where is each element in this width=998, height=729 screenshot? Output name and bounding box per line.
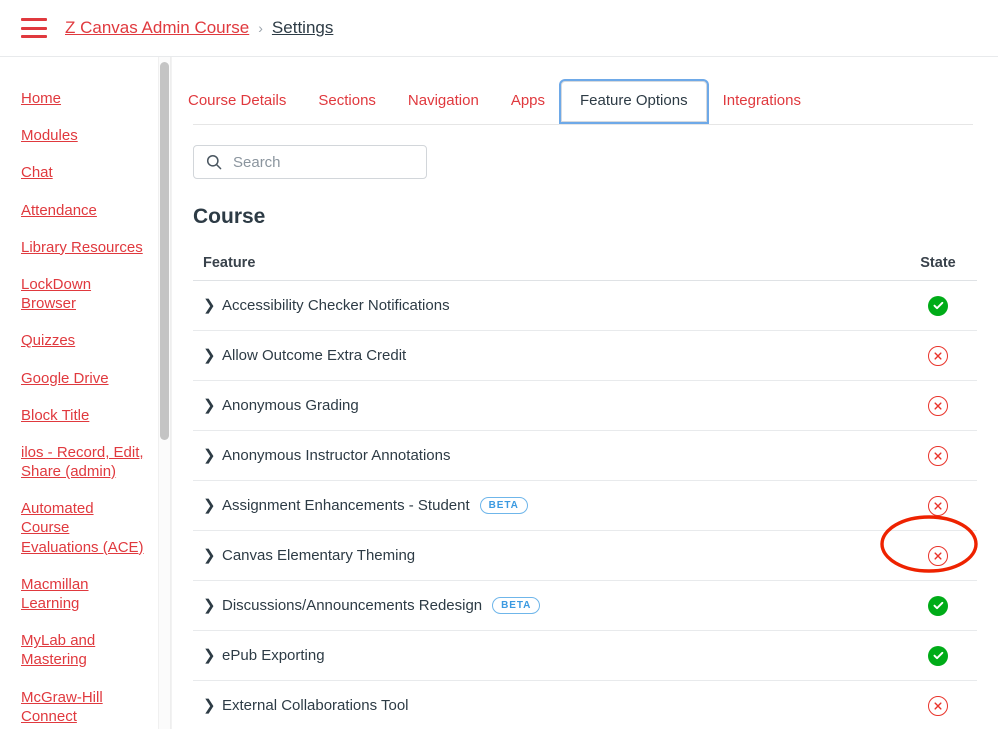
- feature-cell: ❯ Assignment Enhancements - Student BETA: [203, 497, 903, 514]
- tab-course-details[interactable]: Course Details: [172, 81, 302, 121]
- feature-name: External Collaborations Tool: [222, 697, 409, 714]
- sidebar-scrollbar-thumb[interactable]: [160, 62, 169, 440]
- table-row: ❯ Allow Outcome Extra Credit: [193, 331, 977, 381]
- table-row: ❯ ePub Exporting: [193, 631, 977, 681]
- sidebar-item-block-title[interactable]: Block Title: [0, 406, 158, 425]
- feature-name: ePub Exporting: [222, 647, 325, 664]
- settings-main-panel: Course Details Sections Navigation Apps …: [172, 57, 998, 729]
- state-disabled-icon[interactable]: [928, 445, 948, 466]
- hamburger-bar: [21, 18, 47, 21]
- tablist-underline: [193, 124, 973, 125]
- feature-cell: ❯ Canvas Elementary Theming: [203, 547, 903, 564]
- column-header-state: State: [920, 255, 956, 271]
- feature-options-table: Feature State ❯ Accessibility Checker No…: [193, 255, 977, 729]
- hamburger-bar: [21, 35, 47, 38]
- search-input[interactable]: [231, 152, 411, 172]
- state-enabled-icon[interactable]: [928, 645, 948, 666]
- table-header-row: Feature State: [193, 255, 977, 281]
- sidebar-item-macmillan-learning[interactable]: Macmillan Learning: [0, 575, 158, 613]
- feature-name: Allow Outcome Extra Credit: [222, 347, 407, 364]
- feature-cell: ❯ Allow Outcome Extra Credit: [203, 347, 903, 364]
- tab-sections[interactable]: Sections: [302, 81, 392, 121]
- sidebar-item-library-resources[interactable]: Library Resources: [0, 238, 158, 257]
- tab-navigation[interactable]: Navigation: [392, 81, 495, 121]
- feature-name: Canvas Elementary Theming: [222, 547, 416, 564]
- tab-integrations[interactable]: Integrations: [707, 81, 817, 121]
- state-enabled-icon[interactable]: [928, 295, 948, 316]
- top-bar: Z Canvas Admin Course › Settings: [0, 0, 998, 57]
- feature-name: Assignment Enhancements - Student: [222, 497, 470, 514]
- sidebar-item-google-drive[interactable]: Google Drive: [0, 369, 158, 388]
- breadcrumb: Z Canvas Admin Course › Settings: [65, 18, 333, 38]
- sidebar-item-mylab-mastering[interactable]: MyLab and Mastering: [0, 631, 158, 669]
- sidebar-item-mcgraw-hill-connect[interactable]: McGraw-Hill Connect: [0, 688, 158, 726]
- breadcrumb-current-settings[interactable]: Settings: [272, 18, 333, 38]
- feature-cell: ❯ ePub Exporting: [203, 647, 903, 664]
- chevron-right-icon[interactable]: ❯: [203, 448, 216, 463]
- feature-cell: ❯ Anonymous Instructor Annotations: [203, 447, 903, 464]
- feature-name: Anonymous Grading: [222, 397, 359, 414]
- chevron-right-icon[interactable]: ❯: [203, 648, 216, 663]
- state-cell: [903, 595, 973, 616]
- breadcrumb-separator: ›: [258, 20, 263, 36]
- state-disabled-icon[interactable]: [928, 495, 948, 516]
- hamburger-icon[interactable]: [21, 18, 47, 38]
- feature-cell: ❯ Anonymous Grading: [203, 397, 903, 414]
- search-icon: [206, 154, 222, 170]
- table-row: ❯ Discussions/Announcements Redesign BET…: [193, 581, 977, 631]
- beta-badge: BETA: [479, 497, 528, 514]
- settings-tablist: Course Details Sections Navigation Apps …: [172, 81, 998, 125]
- table-row: ❯ Canvas Elementary Theming: [193, 531, 977, 581]
- feature-name: Discussions/Announcements Redesign: [222, 597, 483, 614]
- sidebar-item-attendance[interactable]: Attendance: [0, 201, 158, 220]
- state-cell: [903, 295, 973, 316]
- state-cell: [903, 445, 973, 466]
- table-row: ❯ Anonymous Grading: [193, 381, 977, 431]
- hamburger-bar: [21, 26, 47, 30]
- state-disabled-icon[interactable]: [928, 545, 948, 566]
- sidebar-item-chat[interactable]: Chat: [0, 163, 158, 182]
- state-disabled-icon[interactable]: [928, 695, 948, 716]
- state-cell: [903, 495, 973, 516]
- state-disabled-icon[interactable]: [928, 395, 948, 416]
- table-row: ❯ External Collaborations Tool: [193, 681, 977, 729]
- feature-name: Anonymous Instructor Annotations: [222, 447, 451, 464]
- course-navigation-sidebar: Home Modules Chat Attendance Library Res…: [0, 57, 158, 729]
- chevron-right-icon[interactable]: ❯: [203, 498, 216, 513]
- chevron-right-icon[interactable]: ❯: [203, 548, 216, 563]
- state-cell: [903, 345, 973, 366]
- table-row: ❯ Anonymous Instructor Annotations: [193, 431, 977, 481]
- chevron-right-icon[interactable]: ❯: [203, 698, 216, 713]
- sidebar-item-lockdown-browser[interactable]: LockDown Browser: [0, 275, 158, 313]
- feature-cell: ❯ Discussions/Announcements Redesign BET…: [203, 597, 903, 614]
- sidebar-item-ace[interactable]: Automated Course Evaluations (ACE): [0, 499, 158, 557]
- breadcrumb-course-link[interactable]: Z Canvas Admin Course: [65, 18, 249, 38]
- sidebar-item-home[interactable]: Home: [0, 89, 158, 108]
- state-enabled-icon[interactable]: [928, 595, 948, 616]
- chevron-right-icon[interactable]: ❯: [203, 598, 216, 613]
- state-cell: [903, 545, 973, 566]
- state-cell: [903, 645, 973, 666]
- tab-apps[interactable]: Apps: [495, 81, 561, 121]
- chevron-right-icon[interactable]: ❯: [203, 298, 216, 313]
- table-row: ❯ Accessibility Checker Notifications: [193, 281, 977, 331]
- state-cell: [903, 395, 973, 416]
- beta-badge: BETA: [492, 597, 541, 614]
- state-disabled-icon[interactable]: [928, 345, 948, 366]
- feature-cell: ❯ Accessibility Checker Notifications: [203, 297, 903, 314]
- chevron-right-icon[interactable]: ❯: [203, 348, 216, 363]
- feature-cell: ❯ External Collaborations Tool: [203, 697, 903, 714]
- sidebar-item-modules[interactable]: Modules: [0, 126, 158, 145]
- chevron-right-icon[interactable]: ❯: [203, 398, 216, 413]
- feature-name: Accessibility Checker Notifications: [222, 297, 450, 314]
- tab-feature-options[interactable]: Feature Options: [561, 81, 707, 122]
- page-section-title: Course: [193, 205, 266, 228]
- column-header-feature: Feature: [203, 255, 256, 271]
- feature-search-box[interactable]: [193, 145, 427, 179]
- state-cell: [903, 695, 973, 716]
- sidebar-item-quizzes[interactable]: Quizzes: [0, 331, 158, 350]
- table-row: ❯ Assignment Enhancements - Student BETA: [193, 481, 977, 531]
- sidebar-item-ilos[interactable]: ilos - Record, Edit, Share (admin): [0, 443, 158, 481]
